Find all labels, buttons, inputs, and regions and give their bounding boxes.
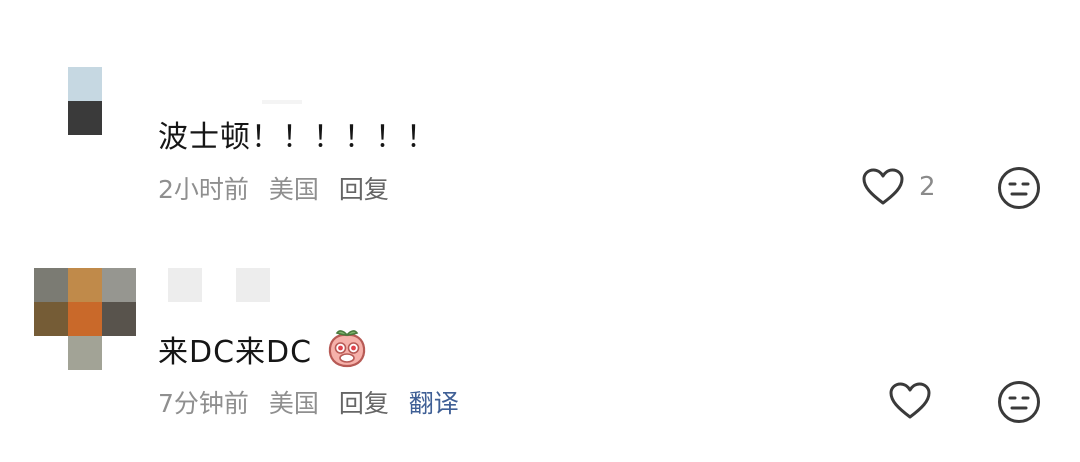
heart-outline-icon	[862, 168, 904, 205]
comment-location: 美国	[268, 175, 319, 204]
comment-time: 2小时前	[158, 175, 249, 204]
comment-location: 美国	[268, 389, 319, 418]
comment-time: 7分钟前	[158, 389, 249, 418]
like-count: 2	[919, 172, 936, 202]
comment-item: 来DC来DC 7分钟前 美国 回复 翻译	[0, 230, 1080, 462]
comment-item: 波士顿！！！！！！ 2小时前 美国 回复 2	[0, 0, 1080, 230]
dislike-button[interactable]	[996, 379, 1042, 429]
username[interactable]	[262, 100, 302, 104]
avatar[interactable]	[34, 268, 136, 370]
heart-outline-icon	[889, 382, 931, 419]
peach-face-emoji	[328, 330, 365, 368]
neutral-face-icon	[998, 381, 1040, 423]
neutral-face-icon	[998, 167, 1040, 209]
username[interactable]	[168, 268, 270, 302]
reply-button[interactable]: 回复	[339, 175, 389, 204]
comment-meta: 7分钟前 美国 回复 翻译	[158, 384, 471, 420]
comment-text: 来DC来DC	[158, 326, 369, 371]
translate-button[interactable]: 翻译	[409, 389, 459, 418]
reply-button[interactable]: 回复	[339, 389, 389, 418]
comment-meta: 2小时前 美国 回复	[158, 170, 401, 206]
dislike-button[interactable]	[996, 165, 1042, 215]
like-button[interactable]	[888, 381, 932, 421]
avatar[interactable]	[68, 67, 102, 135]
like-button[interactable]: 2	[861, 167, 936, 207]
comment-text: 波士顿！！！！！！	[158, 120, 437, 155]
